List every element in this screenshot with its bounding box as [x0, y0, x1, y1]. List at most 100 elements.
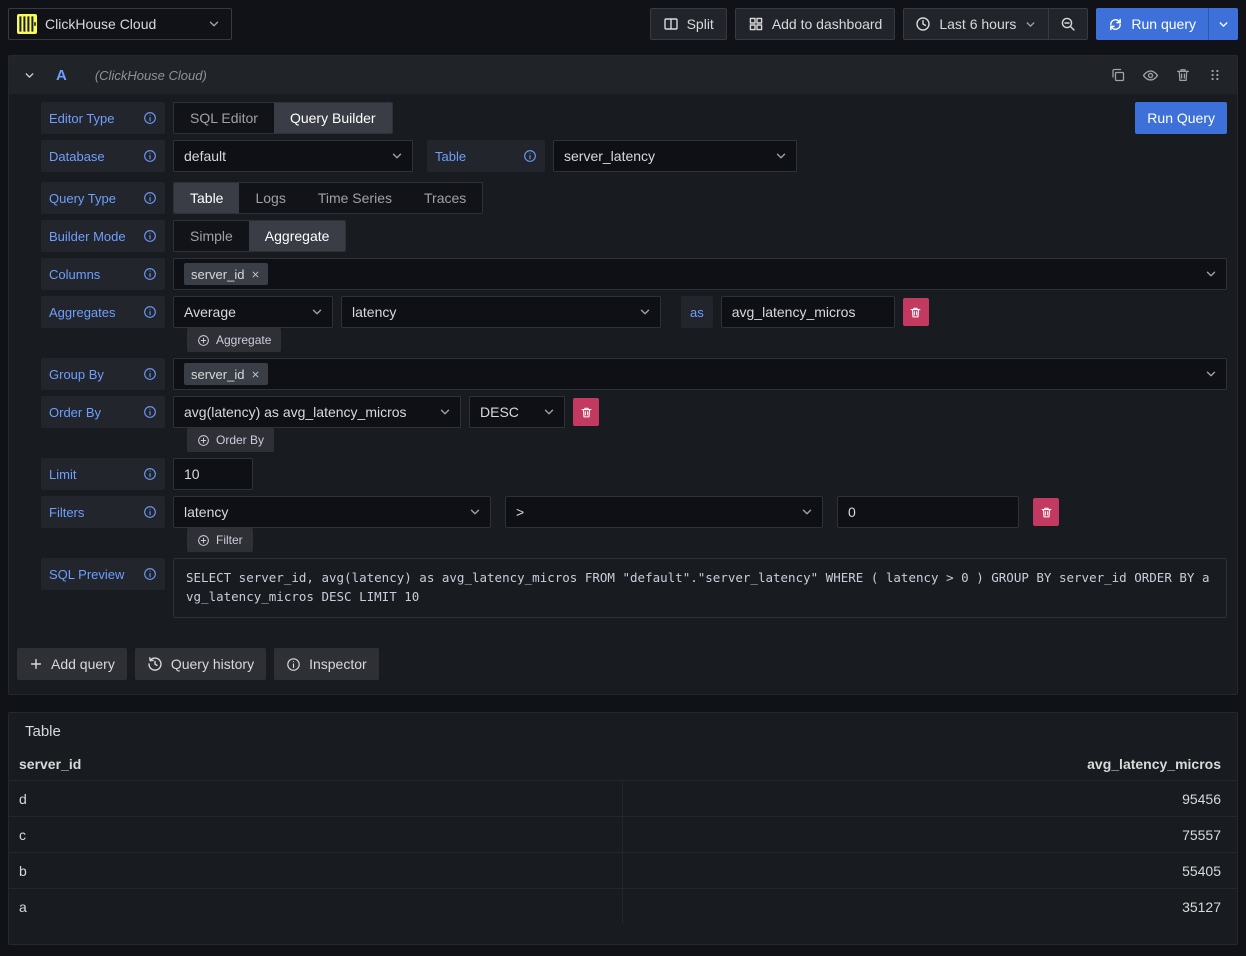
remove-order-by-button[interactable] — [573, 398, 599, 426]
limit-input[interactable] — [173, 458, 253, 490]
order-by-row: Order By avg(latency) as avg_latency_mic… — [41, 396, 1227, 428]
add-to-dashboard-button[interactable]: Add to dashboard — [735, 8, 896, 40]
sql-preview-label: SQL Preview — [41, 558, 165, 590]
chevron-down-icon — [207, 17, 221, 31]
chevron-down-icon — [638, 305, 652, 319]
chevron-down-icon — [468, 505, 482, 519]
radio-logs[interactable]: Logs — [239, 183, 301, 213]
editor-type-label: Editor Type — [41, 102, 165, 134]
table-header-row: server_id avg_latency_micros — [9, 756, 1237, 780]
drag-query-handle[interactable] — [1207, 67, 1223, 83]
remove-filter-button[interactable] — [1033, 498, 1059, 526]
drag-handle-icon — [1207, 67, 1223, 83]
limit-label: Limit — [41, 458, 165, 490]
zoom-out-time-button[interactable] — [1049, 9, 1087, 39]
chevron-down-icon — [1217, 18, 1230, 31]
remove-aggregate-button[interactable] — [903, 298, 929, 326]
column-header-avg-latency[interactable]: avg_latency_micros — [623, 756, 1237, 772]
query-history-button[interactable]: Query history — [135, 648, 266, 680]
query-builder-form: Editor Type SQL Editor Query Builder Run… — [9, 94, 1237, 618]
circle-plus-icon — [197, 334, 210, 347]
builder-mode-row: Builder Mode Simple Aggregate — [41, 220, 1227, 252]
filters-label: Filters — [41, 496, 165, 528]
columns-row: Columns server_id — [41, 258, 1227, 290]
zoom-out-icon — [1060, 16, 1076, 32]
toolbar: ClickHouse Cloud Split Add to dashboard … — [0, 0, 1246, 48]
database-select[interactable]: default — [173, 140, 413, 172]
cell-server-id: a — [9, 889, 623, 924]
delete-query-button[interactable] — [1175, 67, 1191, 83]
as-label: as — [681, 296, 713, 328]
aggregates-row: Aggregates Average latency as — [41, 296, 1227, 328]
group-by-label: Group By — [41, 358, 165, 390]
radio-sql-editor[interactable]: SQL Editor — [174, 103, 274, 133]
result-table: server_id avg_latency_micros d 95456 c 7… — [9, 756, 1237, 924]
radio-aggregate[interactable]: Aggregate — [249, 221, 346, 251]
eye-icon — [1142, 67, 1159, 84]
split-button[interactable]: Split — [650, 8, 727, 40]
datasource-name: ClickHouse Cloud — [45, 16, 199, 32]
radio-query-builder[interactable]: Query Builder — [274, 103, 392, 133]
cell-avg-latency: 95456 — [623, 791, 1237, 807]
remove-chip-icon[interactable] — [250, 269, 261, 280]
info-icon — [523, 149, 537, 163]
duplicate-query-button[interactable] — [1110, 67, 1126, 83]
info-icon — [143, 149, 157, 163]
run-query-dropdown-toggle[interactable] — [1208, 8, 1238, 40]
time-range-button[interactable]: Last 6 hours — [904, 9, 1048, 39]
database-label: Database — [41, 140, 165, 172]
filter-operator-select[interactable]: > — [505, 496, 823, 528]
filter-value-input[interactable] — [837, 496, 1019, 528]
order-by-field-select[interactable]: avg(latency) as avg_latency_micros — [173, 396, 461, 428]
selected-column-chip: server_id — [184, 263, 268, 285]
cell-avg-latency: 55405 — [623, 863, 1237, 879]
add-aggregate-button[interactable]: Aggregate — [187, 328, 281, 352]
chevron-down-icon — [390, 149, 404, 163]
table-panel: Table server_id avg_latency_micros d 954… — [8, 712, 1238, 945]
query-row-header[interactable]: A (ClickHouse Cloud) — [9, 56, 1237, 94]
table-select[interactable]: server_latency — [553, 140, 797, 172]
radio-time-series[interactable]: Time Series — [302, 183, 408, 213]
add-filter-button[interactable]: Filter — [187, 528, 253, 552]
query-type-row: Query Type Table Logs Time Series Traces — [41, 182, 1227, 214]
info-icon — [143, 367, 157, 381]
radio-simple[interactable]: Simple — [174, 221, 249, 251]
grid-icon — [748, 16, 764, 32]
query-type-radio-group: Table Logs Time Series Traces — [173, 182, 483, 214]
add-order-by-button[interactable]: Order By — [187, 428, 274, 452]
refresh-icon — [1108, 17, 1123, 32]
group-by-multiselect[interactable]: server_id — [173, 358, 1227, 390]
cell-avg-latency: 35127 — [623, 899, 1237, 915]
radio-traces[interactable]: Traces — [408, 183, 482, 213]
circle-plus-icon — [197, 534, 210, 547]
order-direction-select[interactable]: DESC — [469, 396, 565, 428]
inspector-button[interactable]: Inspector — [274, 648, 379, 680]
radio-table[interactable]: Table — [174, 183, 239, 213]
collapse-chevron-icon[interactable] — [23, 69, 36, 82]
chevron-down-icon — [310, 305, 324, 319]
hide-query-button[interactable] — [1142, 67, 1159, 84]
datasource-picker[interactable]: ClickHouse Cloud — [8, 8, 232, 40]
remove-chip-icon[interactable] — [250, 369, 261, 380]
editor-type-row: Editor Type SQL Editor Query Builder Run… — [41, 102, 1227, 134]
columns-multiselect[interactable]: server_id — [173, 258, 1227, 290]
info-icon — [143, 229, 157, 243]
chevron-down-icon — [1204, 267, 1218, 281]
aggregate-column-select[interactable]: latency — [341, 296, 661, 328]
add-query-button[interactable]: Add query — [17, 648, 127, 680]
sql-preview-row: SQL Preview SELECT server_id, avg(latenc… — [41, 558, 1227, 618]
run-query-button[interactable]: Run query — [1096, 8, 1208, 40]
columns-label: Columns — [41, 258, 165, 290]
editor-type-radio-group: SQL Editor Query Builder — [173, 102, 393, 134]
query-ref-id: A — [56, 67, 67, 84]
column-header-server-id[interactable]: server_id — [9, 756, 623, 772]
filter-column-select[interactable]: latency — [173, 496, 491, 528]
aggregate-alias-input[interactable] — [721, 296, 895, 328]
query-type-label: Query Type — [41, 182, 165, 214]
run-query-panel-button[interactable]: Run Query — [1135, 102, 1227, 134]
chevron-down-icon — [1204, 367, 1218, 381]
trash-icon — [580, 406, 593, 419]
aggregate-function-select[interactable]: Average — [173, 296, 333, 328]
info-icon — [143, 567, 157, 581]
query-row-actions — [1110, 67, 1223, 84]
